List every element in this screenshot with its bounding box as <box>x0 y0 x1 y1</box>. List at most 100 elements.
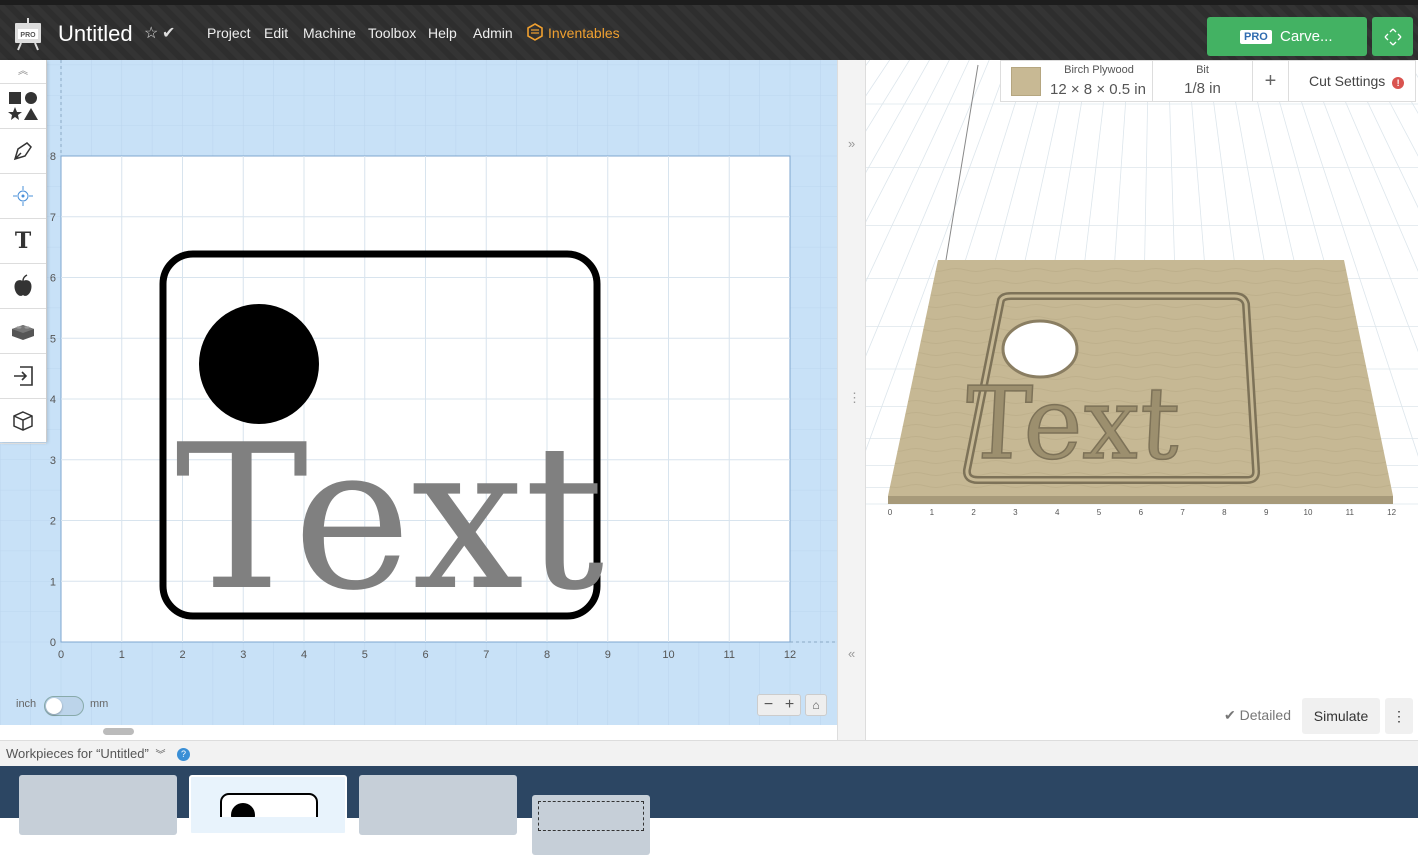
y-tick-label: 8 <box>50 151 56 163</box>
warning-icon: ! <box>1392 77 1405 89</box>
menu-machine[interactable]: Machine <box>303 25 356 41</box>
3d-preview[interactable]: Text 0 1 2 3 4 5 6 7 8 9 10 11 12 Birch Plywood 12 ×… <box>215 59 1418 740</box>
carve-label: Carve... <box>1280 28 1333 45</box>
unit-label-mm: mm <box>90 698 109 710</box>
easel-logo-icon[interactable]: PRO <box>12 17 44 51</box>
workpiece-thumbnail[interactable] <box>19 775 177 835</box>
workpieces-strip <box>0 766 1418 855</box>
bit-value: 1/8 in <box>1184 80 1221 97</box>
3d-tool[interactable] <box>0 399 46 444</box>
check-icon: ✔ <box>162 25 176 42</box>
y-tick-label: 4 <box>50 394 56 406</box>
design-canvas[interactable]: Text 0 1 2 3 4 5 6 7 8 9 10 11 12 0 1 2 3 4 5 6 7 8 inch mm −… <box>0 60 837 735</box>
x-tick-label: 11 <box>724 649 735 661</box>
home-icon[interactable]: ⌂ <box>805 694 827 716</box>
material-size: 12 × 8 × 0.5 in <box>1050 81 1146 98</box>
detailed-toggle[interactable]: ✔ Detailed <box>1224 707 1291 724</box>
menu-toolbox[interactable]: Toolbox <box>368 25 416 41</box>
workpieces-header[interactable]: Workpieces for “Untitled” ︾ ? <box>0 740 1418 766</box>
preview-scene: Text 0 1 2 3 4 5 6 7 8 9 10 11 12 <box>215 59 1418 517</box>
x-tick-label: 10 <box>662 649 674 661</box>
preview-x-tick-label: 11 <box>1346 508 1355 517</box>
menu-edit[interactable]: Edit <box>264 25 288 41</box>
detailed-label: Detailed <box>1239 707 1291 723</box>
check-icon: ✔ <box>1224 707 1236 723</box>
zoom-in-button[interactable]: + <box>779 695 800 715</box>
workpieces-title: Workpieces for “Untitled” <box>6 746 149 761</box>
menu-admin[interactable]: Admin <box>473 25 513 41</box>
expand-right-icon[interactable]: » <box>848 136 855 151</box>
text-tool[interactable]: T <box>0 219 46 264</box>
preview-x-tick-label: 6 <box>1139 508 1144 517</box>
text-shape[interactable]: Text <box>175 402 604 635</box>
simulate-button[interactable]: Simulate <box>1302 698 1380 734</box>
carve-button[interactable]: PRO Carve... <box>1207 17 1367 56</box>
y-tick-label: 2 <box>50 516 56 528</box>
x-tick-label: 7 <box>483 649 489 661</box>
carved-text: Text <box>962 365 1183 482</box>
preview-x-tick-label: 0 <box>888 508 893 517</box>
inventables-icon <box>527 23 543 41</box>
shapes-tool[interactable] <box>0 84 46 129</box>
parts-tool[interactable] <box>0 309 46 354</box>
point-tool[interactable] <box>0 174 46 219</box>
add-bit-button[interactable]: + <box>1253 61 1289 101</box>
x-tick-label: 9 <box>605 649 611 661</box>
pro-badge: PRO <box>1240 30 1272 44</box>
x-tick-label: 4 <box>301 649 307 661</box>
workpiece-thumbnail[interactable] <box>359 775 517 835</box>
help-icon[interactable]: ? <box>177 748 191 761</box>
import-icon <box>14 366 33 386</box>
x-tick-label: 8 <box>544 649 550 661</box>
preview-x-tick-label: 8 <box>1222 508 1227 517</box>
project-title[interactable]: Untitled <box>58 21 133 47</box>
star-icon[interactable]: ☆ <box>144 23 158 43</box>
bit-label: Bit <box>1196 64 1209 76</box>
more-options-icon[interactable]: ⋮ <box>1385 698 1413 734</box>
unit-label-inch: inch <box>16 698 37 710</box>
point-icon <box>13 186 33 206</box>
material-selector[interactable]: Birch Plywood 12 × 8 × 0.5 in <box>1001 61 1153 101</box>
left-toolbar: ︽ T <box>0 60 47 444</box>
workpiece-thumbnail-active[interactable] <box>189 775 347 835</box>
apple-icon <box>14 274 32 296</box>
new-workpiece-button[interactable] <box>532 795 650 855</box>
import-tool[interactable] <box>0 354 46 399</box>
x-tick-label: 5 <box>362 649 368 661</box>
shapes-icon <box>8 92 38 120</box>
menu-inventables[interactable]: Inventables <box>548 25 620 41</box>
x-tick-label: 0 <box>58 649 64 661</box>
lego-icon <box>12 325 34 340</box>
bit-selector[interactable]: Bit 1/8 in <box>1153 61 1253 101</box>
material-swatch <box>1011 67 1041 96</box>
unit-toggle[interactable] <box>44 696 84 716</box>
zoom-out-button[interactable]: − <box>758 695 779 715</box>
pen-tool[interactable] <box>0 129 46 174</box>
menu-project[interactable]: Project <box>207 25 251 41</box>
preview-x-tick-label: 9 <box>1264 508 1269 517</box>
expand-button[interactable] <box>1372 17 1413 56</box>
material-bar: Birch Plywood 12 × 8 × 0.5 in Bit 1/8 in… <box>1000 60 1416 102</box>
collapse-toolbar-icon[interactable]: ︽ <box>0 60 46 84</box>
text-icon: T <box>14 228 32 254</box>
x-tick-label: 3 <box>240 649 246 661</box>
cut-settings-button[interactable]: Cut Settings ! <box>1289 61 1415 101</box>
toggle-knob <box>46 698 62 714</box>
panel-divider[interactable]: » ⋮ « <box>837 60 866 740</box>
workpiece-preview <box>220 793 318 835</box>
box-icon <box>13 411 33 431</box>
preview-x-tick-label: 4 <box>1055 508 1060 517</box>
x-tick-label: 6 <box>422 649 428 661</box>
drag-handle-icon[interactable]: ⋮ <box>848 390 861 406</box>
x-tick-label: 12 <box>784 649 796 661</box>
preview-x-tick-label: 1 <box>930 508 935 517</box>
menu-help[interactable]: Help <box>428 25 457 41</box>
horizontal-scrollbar[interactable] <box>103 728 134 735</box>
chevron-down-icon[interactable]: ︾ <box>155 750 165 761</box>
y-tick-label: 0 <box>50 637 56 649</box>
expand-left-icon[interactable]: « <box>848 646 855 661</box>
x-tick-label: 1 <box>119 649 125 661</box>
x-tick-label: 2 <box>179 649 185 661</box>
apps-tool[interactable] <box>0 264 46 309</box>
top-bar: PRO Untitled ☆ ✔ Project Edit Machine To… <box>0 0 1418 60</box>
